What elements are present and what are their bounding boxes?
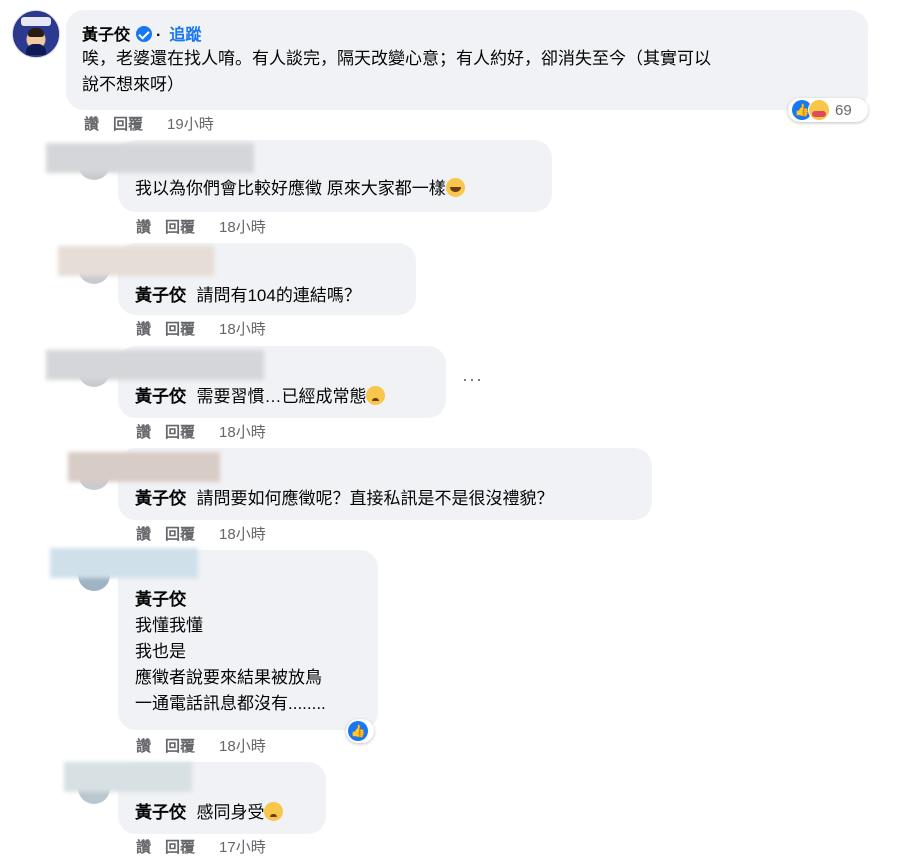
reply-text: 需要習慣…已經成常態: [196, 387, 367, 406]
reply-actions: 讚回覆 18小時: [136, 735, 280, 756]
reaction-summary[interactable]: 👍 69: [788, 98, 868, 122]
avatar-hair: [28, 28, 44, 37]
reply-action[interactable]: 回覆: [165, 738, 195, 755]
like-action[interactable]: 讚: [136, 839, 151, 856]
care-icon: [808, 99, 830, 121]
blurred-username: [64, 762, 192, 792]
reply-time[interactable]: 18小時: [219, 321, 266, 338]
like-action[interactable]: 讚: [84, 116, 99, 133]
reply-action[interactable]: 回覆: [165, 839, 195, 856]
avatar-cap: [21, 17, 51, 26]
like-icon: 👍: [348, 721, 368, 741]
main-comment-bubble: 黃子佼 · 追蹤 唉，老婆還在找人唷。有人談完，隔天改變心意；有人約好，卻消失至今（…: [66, 10, 868, 110]
author-avatar[interactable]: [12, 10, 60, 58]
reply-actions: 讚回覆 18小時: [136, 523, 280, 544]
reply-author[interactable]: 黃子佼: [135, 286, 186, 305]
reply-actions: 讚回覆 18小時: [136, 216, 280, 237]
reply-author[interactable]: 黃子佼: [135, 587, 326, 613]
avatar-body: [26, 44, 46, 55]
more-options-icon[interactable]: ···: [462, 369, 483, 390]
reply-action[interactable]: 回覆: [165, 321, 195, 338]
reply-text: 請問要如何應徵呢？直接私訊是不是很沒禮貌？: [196, 489, 554, 508]
sad-emoji-icon: [264, 802, 284, 821]
blurred-username: [68, 452, 220, 482]
blurred-username: [50, 548, 198, 578]
main-comment-actions: 讚回覆 19小時: [84, 113, 228, 134]
reply-author[interactable]: 黃子佼: [135, 803, 186, 822]
reaction-count: 69: [835, 101, 852, 119]
like-action[interactable]: 讚: [136, 424, 151, 441]
comment-author[interactable]: 黃子佼: [82, 27, 130, 44]
laugh-cry-emoji-icon: [445, 178, 465, 197]
reply-time[interactable]: 18小時: [219, 738, 266, 755]
reply-author[interactable]: 黃子佼: [135, 387, 186, 406]
separator-dot: ·: [156, 27, 162, 44]
reply-actions: 讚回覆 17小時: [136, 836, 280, 857]
reply-action[interactable]: 回覆: [165, 526, 195, 543]
comment-text-line2: 說不想來呀）: [82, 75, 184, 94]
like-action[interactable]: 讚: [136, 526, 151, 543]
reply-time[interactable]: 18小時: [219, 424, 266, 441]
reaction-summary[interactable]: 👍: [346, 719, 374, 743]
sad-emoji-icon: [366, 386, 386, 405]
reply-action[interactable]: 回覆: [165, 424, 195, 441]
reply-text-line: 應徵者說要來結果被放鳥: [135, 668, 322, 687]
reply-text: 感同身受: [196, 803, 265, 822]
reply-text: 請問有104的連結嗎？: [196, 286, 361, 305]
reply-text: 我以為你們會比較好應徵 原來大家都一樣: [135, 179, 446, 198]
like-action[interactable]: 讚: [136, 321, 151, 338]
reply-text-line: 我懂我懂: [135, 616, 203, 635]
comment-time[interactable]: 19小時: [167, 116, 214, 133]
blurred-username: [46, 350, 264, 380]
reply-time[interactable]: 18小時: [219, 526, 266, 543]
like-action[interactable]: 讚: [136, 219, 151, 236]
reply-actions: 讚回覆 18小時: [136, 421, 280, 442]
reply-actions: 讚回覆 18小時: [136, 318, 280, 339]
comment-text-line1: 唉，老婆還在找人唷。有人談完，隔天改變心意；有人約好，卻消失至今（其實可以: [82, 49, 711, 68]
blurred-username: [58, 246, 214, 276]
blurred-username: [46, 143, 254, 173]
reply-author[interactable]: 黃子佼: [135, 489, 186, 508]
reply-action[interactable]: 回覆: [113, 116, 143, 133]
reply-text-line: 我也是: [135, 642, 186, 661]
reply-time[interactable]: 18小時: [219, 219, 266, 236]
follow-button[interactable]: 追蹤: [169, 27, 201, 44]
reply-text-line: 一通電話訊息都沒有........: [135, 694, 326, 713]
like-action[interactable]: 讚: [136, 738, 151, 755]
reply-action[interactable]: 回覆: [165, 219, 195, 236]
verified-badge-icon: [136, 26, 153, 42]
reply-time[interactable]: 17小時: [219, 839, 266, 856]
